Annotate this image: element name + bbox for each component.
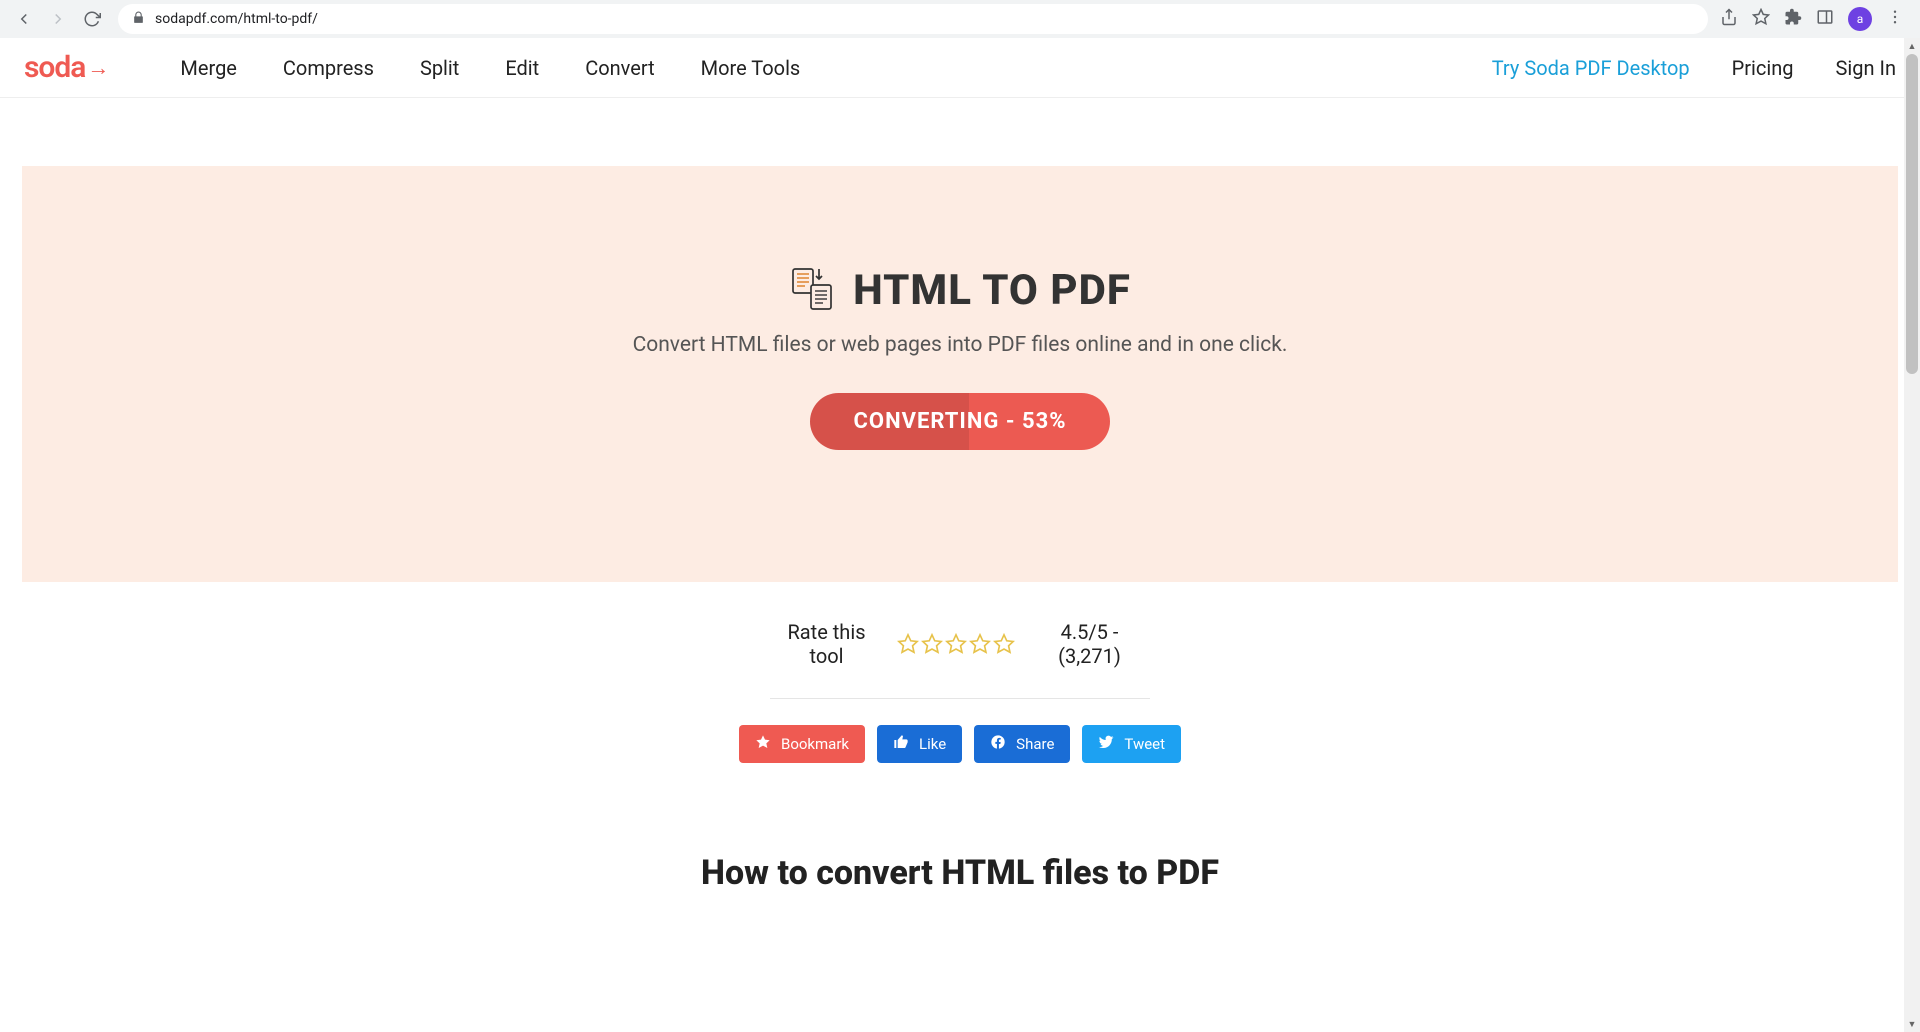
kebab-menu-icon[interactable] <box>1886 8 1904 30</box>
main-nav: Merge Compress Split Edit Convert More T… <box>180 56 800 80</box>
rate-label: Rate this tool <box>770 620 883 668</box>
nav-more-tools[interactable]: More Tools <box>701 56 801 80</box>
share-page-icon[interactable] <box>1720 8 1738 30</box>
thumb-up-icon <box>893 734 909 754</box>
tweet-button[interactable]: Tweet <box>1082 725 1181 763</box>
nav-compress[interactable]: Compress <box>283 56 374 80</box>
logo-arrow-icon: → <box>87 55 108 81</box>
bookmark-star-icon[interactable] <box>1752 8 1770 30</box>
nav-merge[interactable]: Merge <box>180 56 237 80</box>
nav-edit[interactable]: Edit <box>505 56 539 80</box>
extensions-icon[interactable] <box>1784 8 1802 30</box>
star-icon[interactable] <box>921 633 943 655</box>
share-button[interactable]: Share <box>974 725 1070 763</box>
rating-stars[interactable] <box>897 633 1015 655</box>
try-desktop-link[interactable]: Try Soda PDF Desktop <box>1492 56 1690 80</box>
page-title: HTML TO PDF <box>853 266 1131 315</box>
html-to-pdf-icon <box>789 267 837 315</box>
scroll-thumb[interactable] <box>1906 54 1918 374</box>
browser-toolbar: sodapdf.com/html-to-pdf/ a <box>0 0 1920 38</box>
address-bar[interactable]: sodapdf.com/html-to-pdf/ <box>118 4 1708 34</box>
back-button[interactable] <box>10 5 38 33</box>
scroll-up-icon[interactable]: ▲ <box>1904 38 1920 54</box>
forward-button[interactable] <box>44 5 72 33</box>
share-row: Bookmark Like Share Tweet <box>770 725 1150 763</box>
sign-in-link[interactable]: Sign In <box>1836 56 1896 80</box>
nav-convert[interactable]: Convert <box>585 56 654 80</box>
star-fill-icon <box>755 734 771 754</box>
star-icon[interactable] <box>969 633 991 655</box>
site-header: soda → Merge Compress Split Edit Convert… <box>0 38 1920 98</box>
nav-split[interactable]: Split <box>420 56 459 80</box>
scroll-down-icon[interactable]: ▼ <box>1904 1016 1920 1032</box>
url-text: sodapdf.com/html-to-pdf/ <box>155 11 318 27</box>
howto-title: How to convert HTML files to PDF <box>0 853 1920 893</box>
page-subtitle: Convert HTML files or web pages into PDF… <box>62 333 1858 357</box>
panel-icon[interactable] <box>1816 8 1834 30</box>
page-scrollbar[interactable]: ▲ ▼ <box>1904 38 1920 1032</box>
profile-avatar[interactable]: a <box>1848 7 1872 31</box>
pricing-link[interactable]: Pricing <box>1732 56 1794 80</box>
reload-button[interactable] <box>78 5 106 33</box>
right-nav: Try Soda PDF Desktop Pricing Sign In <box>1492 56 1896 80</box>
facebook-icon <box>990 734 1006 754</box>
star-icon[interactable] <box>945 633 967 655</box>
twitter-icon <box>1098 734 1114 754</box>
bookmark-button[interactable]: Bookmark <box>739 725 865 763</box>
lock-icon <box>132 11 145 28</box>
rating-score: 4.5/5 - (3,271) <box>1029 620 1150 668</box>
like-button[interactable]: Like <box>877 725 962 763</box>
rating-row: Rate this tool 4.5/5 - (3,271) <box>770 620 1150 699</box>
logo[interactable]: soda → <box>24 50 108 85</box>
star-icon[interactable] <box>897 633 919 655</box>
hero-panel: HTML TO PDF Convert HTML files or web pa… <box>22 166 1898 582</box>
star-icon[interactable] <box>993 633 1015 655</box>
convert-progress-button[interactable]: CONVERTING - 53% <box>810 393 1111 450</box>
